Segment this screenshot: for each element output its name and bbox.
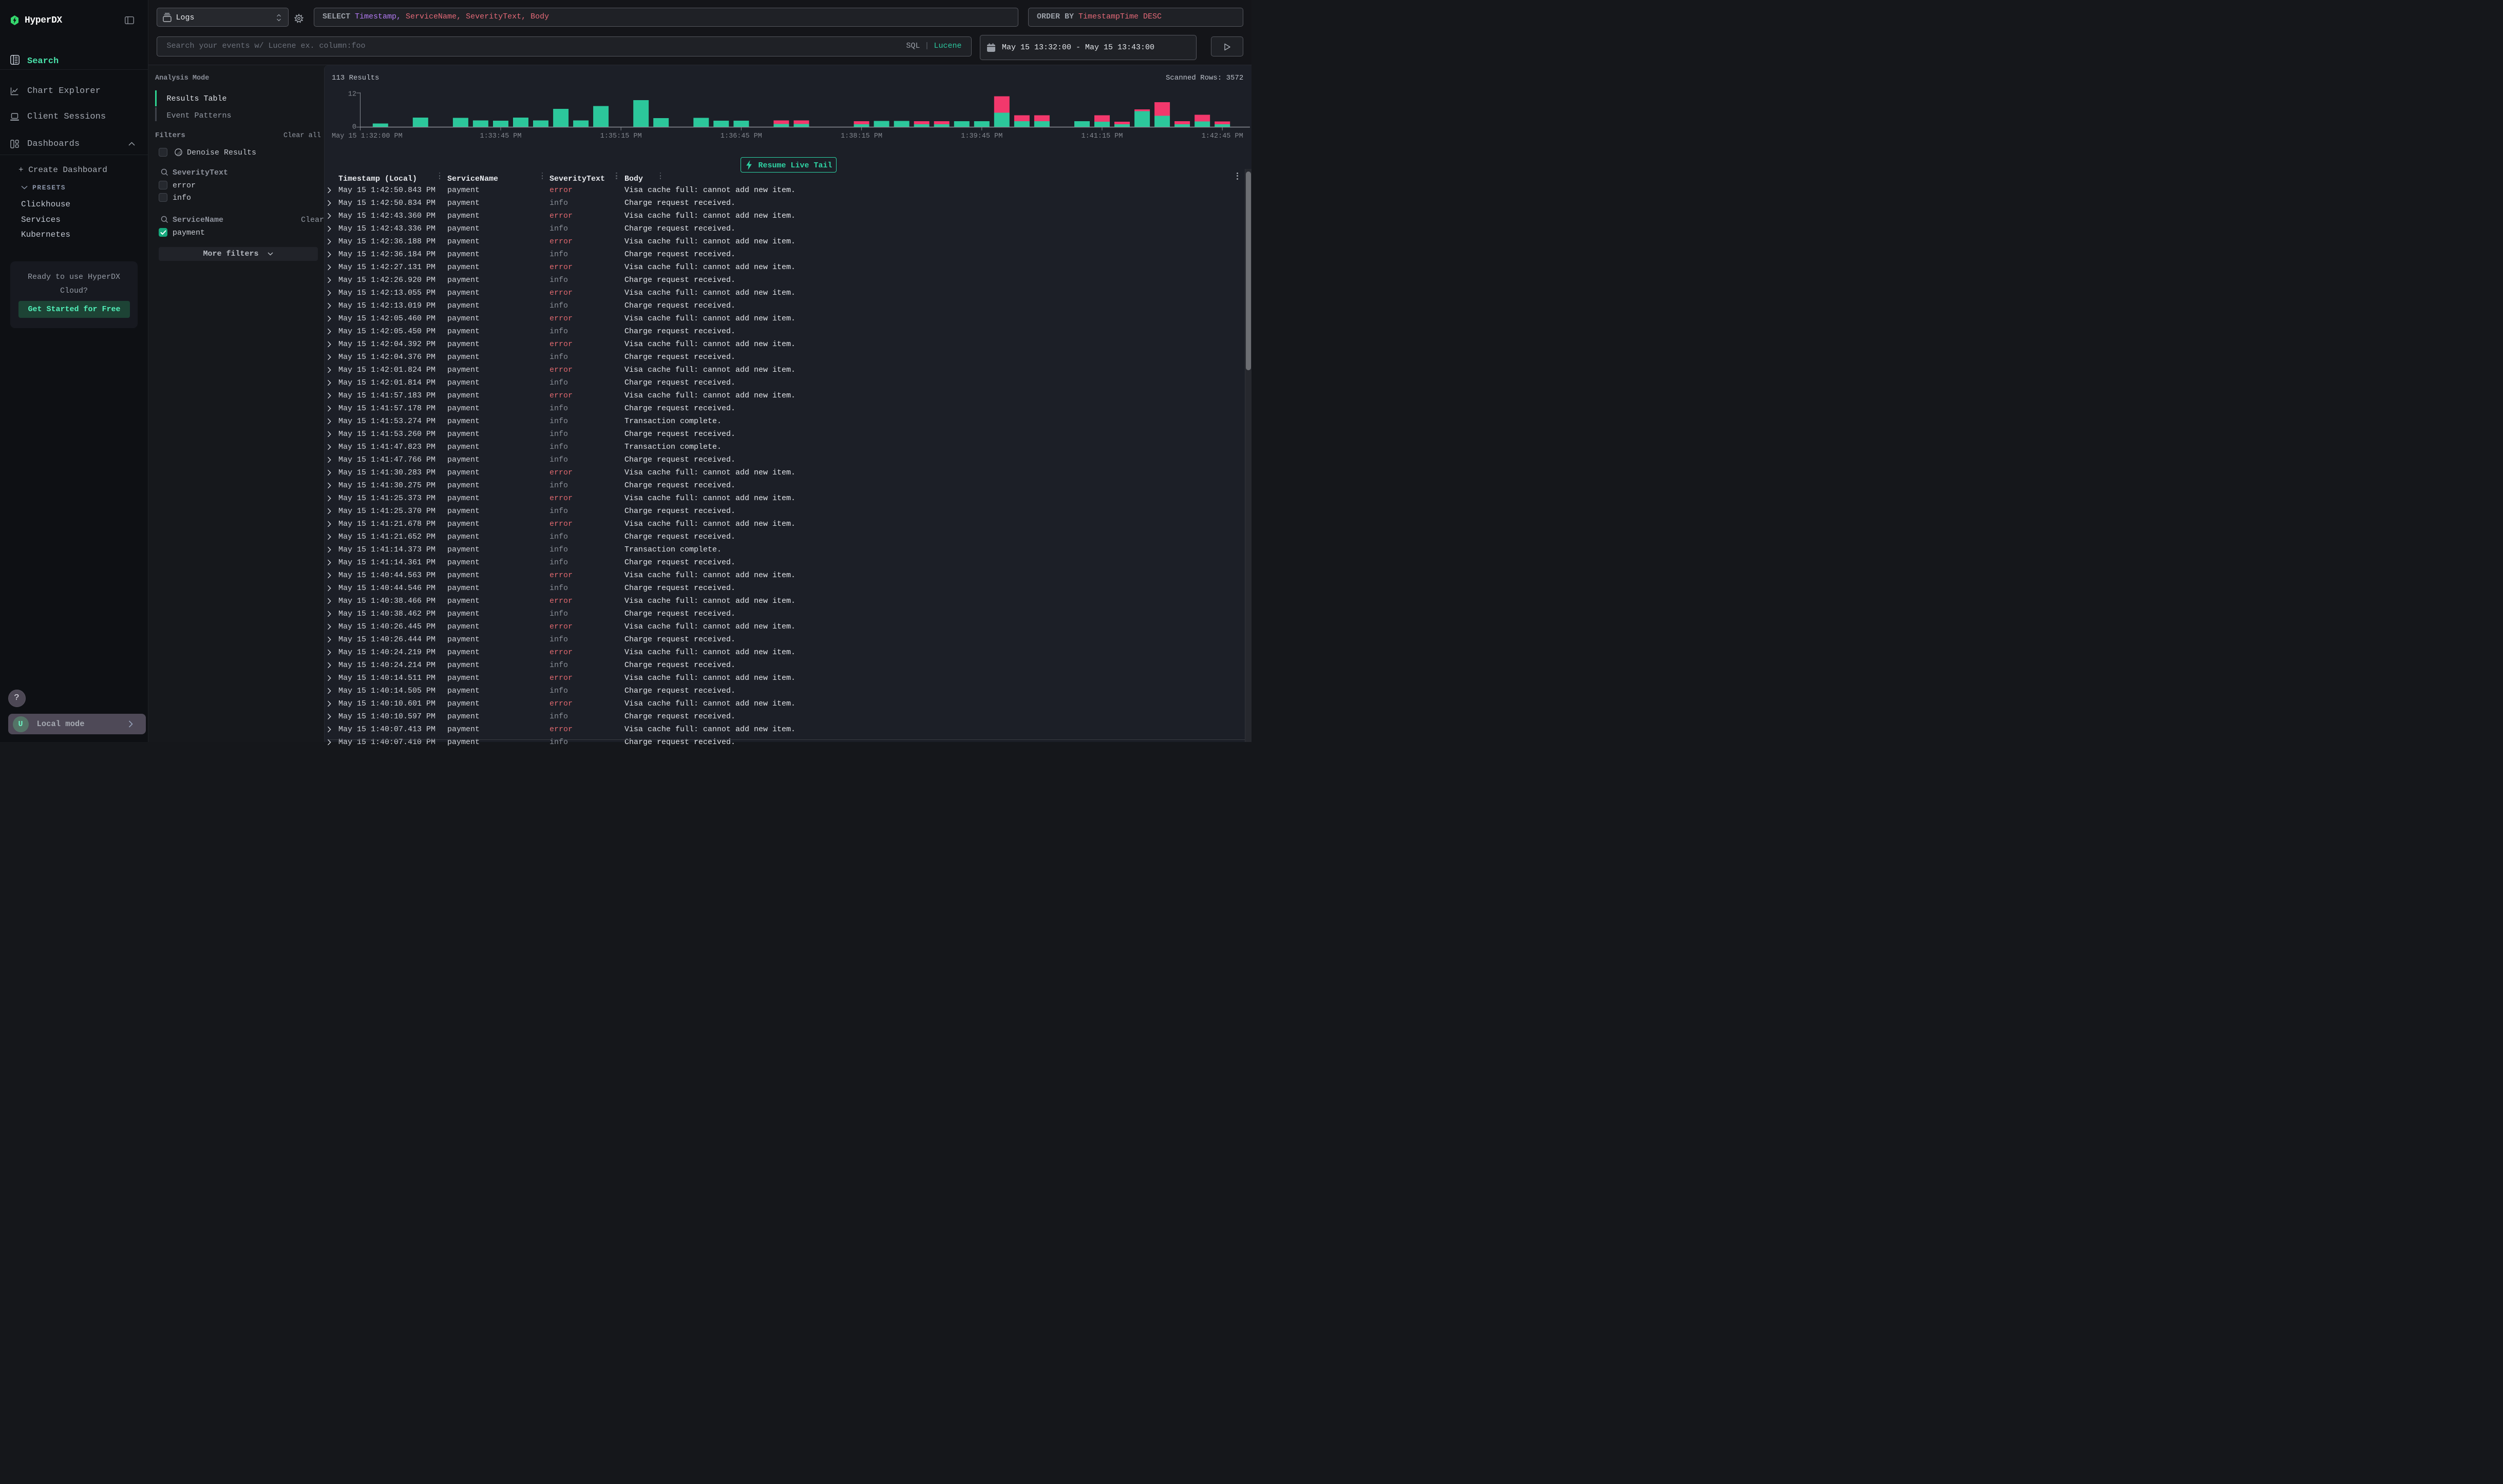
svg-text:1:38:15 PM: 1:38:15 PM <box>841 132 882 140</box>
svg-text:1:42:45 PM: 1:42:45 PM <box>1202 132 1243 140</box>
svg-text:0: 0 <box>352 124 356 131</box>
svg-text:1:33:45 PM: 1:33:45 PM <box>480 132 521 140</box>
svg-text:1:39:45 PM: 1:39:45 PM <box>961 132 1002 140</box>
svg-text:May 15 1:32:00 PM: May 15 1:32:00 PM <box>332 132 403 140</box>
svg-text:1:41:15 PM: 1:41:15 PM <box>1081 132 1123 140</box>
svg-text:12: 12 <box>348 91 356 99</box>
svg-text:1:36:45 PM: 1:36:45 PM <box>720 132 762 140</box>
svg-text:1:35:15 PM: 1:35:15 PM <box>600 132 642 140</box>
